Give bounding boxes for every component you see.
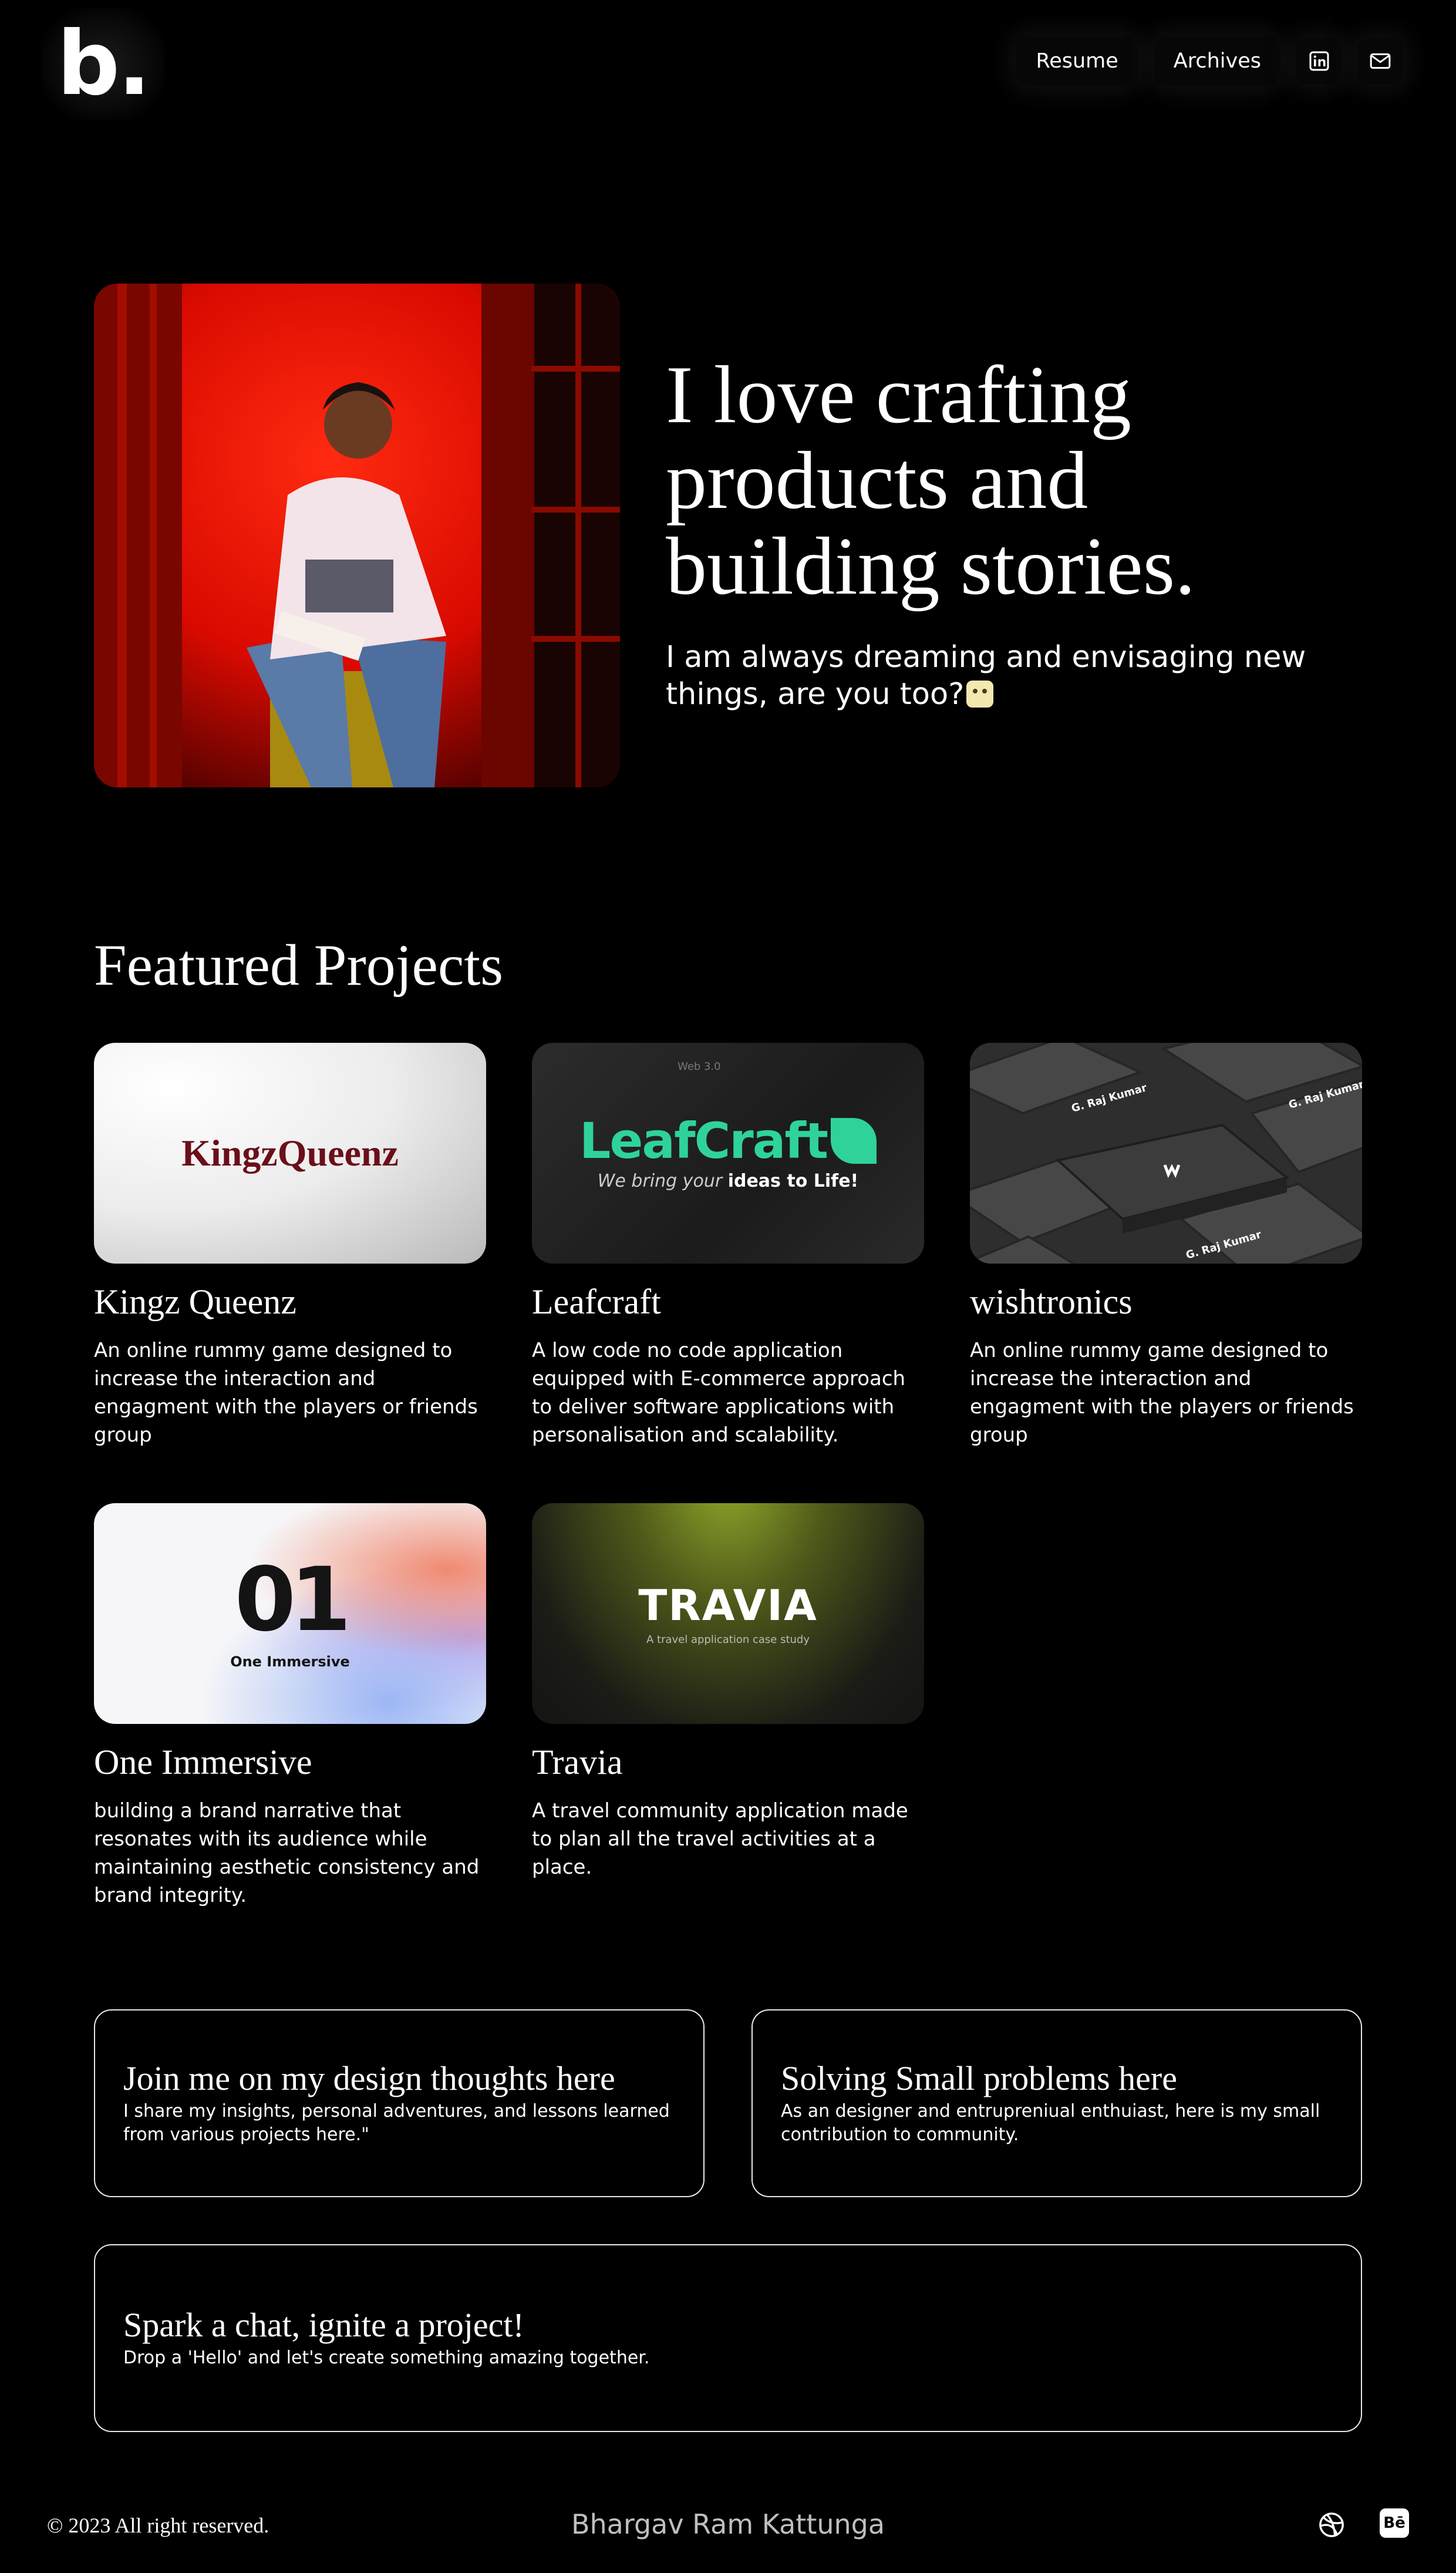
design-thoughts-desc: I share my insights, personal adventures… <box>123 2101 670 2145</box>
nav-archives-link[interactable]: Archives <box>1153 36 1281 86</box>
contact-title: Spark a chat, ignite a project! <box>123 2306 524 2344</box>
top-nav: Resume Archives <box>1016 29 1403 93</box>
project-card-leafcraft[interactable]: Web 3.0 LeafCraft We bring your ideas to… <box>532 1043 924 1449</box>
small-problems-link[interactable]: Solving Small problems here As an design… <box>751 2009 1362 2197</box>
design-thoughts-link[interactable]: Join me on my design thoughts here I sha… <box>94 2009 705 2197</box>
project-description: A low code no code application equipped … <box>532 1339 906 1447</box>
one-immersive-logo-text: One Immersive <box>230 1653 350 1670</box>
tagline-part-2: ideas to Life! <box>727 1171 859 1191</box>
project-thumbnail: G. Raj Kumar G. Raj Kumar G. Raj Kumar <box>970 1043 1362 1264</box>
project-title: wishtronics <box>970 1282 1133 1321</box>
project-description: An online rummy game designed to increas… <box>970 1339 1354 1447</box>
small-problems-desc: As an designer and entrupreniual enthuia… <box>781 2101 1320 2145</box>
logo[interactable]: b. <box>41 8 164 120</box>
hero-title: I love crafting products and building st… <box>666 349 1196 612</box>
project-thumbnail: TRAVIA A travel application case study <box>532 1503 924 1724</box>
mail-icon[interactable] <box>1357 38 1403 84</box>
hero-subtitle: I am always dreaming and envisaging new … <box>666 639 1341 713</box>
project-title: One Immersive <box>94 1743 312 1781</box>
project-title: Travia <box>532 1743 623 1781</box>
small-problems-title: Solving Small problems here <box>781 2059 1177 2097</box>
footer-social-icons: Bē <box>1315 2508 1409 2541</box>
copyright-text: © 2023 All right reserved. <box>47 2514 269 2537</box>
contact-link[interactable]: Spark a chat, ignite a project! Drop a '… <box>94 2244 1362 2432</box>
kingz-queenz-logo-text: KingzQueenz <box>181 1132 399 1174</box>
project-title: Kingz Queenz <box>94 1282 296 1321</box>
web3-badge: Web 3.0 <box>678 1060 721 1073</box>
one-immersive-mark: 01 <box>234 1549 352 1651</box>
project-description: building a brand narrative that resonate… <box>94 1799 480 1907</box>
smile-emoji-icon <box>966 681 994 708</box>
contact-desc: Drop a 'Hello' and let's create somethin… <box>123 2348 650 2368</box>
logo-text: b. <box>56 13 151 115</box>
project-thumbnail: 01 One Immersive <box>94 1503 486 1724</box>
project-thumbnail: KingzQueenz <box>94 1043 486 1264</box>
behance-icon-text: Bē <box>1383 2514 1406 2532</box>
travia-tagline: A travel application case study <box>646 1634 810 1646</box>
behance-icon[interactable]: Bē <box>1380 2508 1409 2538</box>
project-card-wishtronics[interactable]: G. Raj Kumar G. Raj Kumar G. Raj Kumar w… <box>970 1043 1362 1449</box>
leafcraft-logo-text: LeafCraft <box>579 1112 828 1170</box>
leaf-icon <box>831 1118 877 1164</box>
project-card-kingz-queenz[interactable]: KingzQueenz Kingz Queenz An online rummy… <box>94 1043 486 1449</box>
leafcraft-tagline: We bring your ideas to Life! <box>532 1171 924 1191</box>
nav-resume-link[interactable]: Resume <box>1016 36 1138 86</box>
design-thoughts-title: Join me on my design thoughts here <box>123 2059 615 2097</box>
project-description: An online rummy game designed to increas… <box>94 1339 478 1447</box>
project-card-travia[interactable]: TRAVIA A travel application case study T… <box>532 1503 924 1881</box>
project-card-one-immersive[interactable]: 01 One Immersive One Immersive building … <box>94 1503 486 1909</box>
project-title: Leafcraft <box>532 1282 661 1321</box>
travia-logo-text: TRAVIA <box>638 1581 818 1630</box>
profile-photo <box>94 284 620 787</box>
featured-projects-heading: Featured Projects <box>94 932 504 998</box>
dribbble-icon[interactable] <box>1315 2508 1348 2541</box>
project-description: A travel community application made to p… <box>532 1799 908 1879</box>
linkedin-icon[interactable] <box>1296 38 1342 84</box>
tagline-part-1: We bring your <box>597 1171 728 1191</box>
project-thumbnail: Web 3.0 LeafCraft We bring your ideas to… <box>532 1043 924 1264</box>
